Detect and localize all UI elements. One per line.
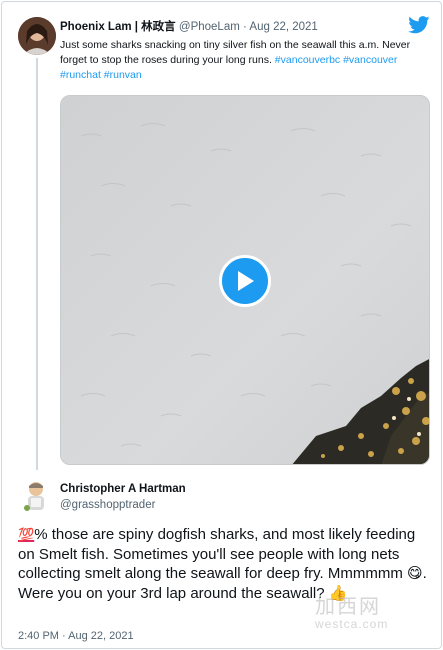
reply-author-name[interactable]: Christopher A Hartman [60,482,186,496]
thumbs-up-emoji: 👍 [328,584,348,602]
hashtag-link[interactable]: #runvan [104,69,142,81]
author-name[interactable]: Phoenix Lam | 林政言 [60,21,176,33]
header-separator: · [243,21,247,33]
reply-author-avatar[interactable] [18,478,54,514]
hashtag-link[interactable]: #vancouver [343,54,397,66]
tweet-text: Just some sharks snacking on tiny silver… [60,38,432,83]
reply-author-handle[interactable]: @grasshopptrader [60,498,155,512]
author-handle[interactable]: @PhoeLam [179,21,240,33]
tweet-date[interactable]: Aug 22, 2021 [249,21,317,33]
reply-timestamp[interactable]: 2:40 PM · Aug 22, 2021 [18,629,134,643]
twitter-bird-icon[interactable] [408,16,430,34]
author-avatar[interactable] [18,17,56,55]
reply-body-part1: % those are spiny dogfish sharks, and mo… [18,526,416,582]
watermark-url-text: westca.com [315,617,389,631]
tweet-embed-card: Phoenix Lam | 林政言 @PhoeLam · Aug 22, 202… [1,1,442,649]
play-icon [238,271,254,291]
hashtag-link[interactable]: #vancouverbc [275,54,340,66]
video-play-button[interactable] [219,255,271,307]
reply-text: 💯% those are spiny dogfish sharks, and m… [18,525,428,603]
video-thumbnail[interactable] [60,95,430,465]
thread-connector-line [36,58,38,470]
hashtag-link[interactable]: #runchat [60,69,101,81]
tweet-header: Phoenix Lam | 林政言 @PhoeLam · Aug 22, 202… [60,20,318,34]
yum-face-emoji: 😋 [407,565,423,582]
hundred-points-emoji: 💯 [18,527,35,542]
